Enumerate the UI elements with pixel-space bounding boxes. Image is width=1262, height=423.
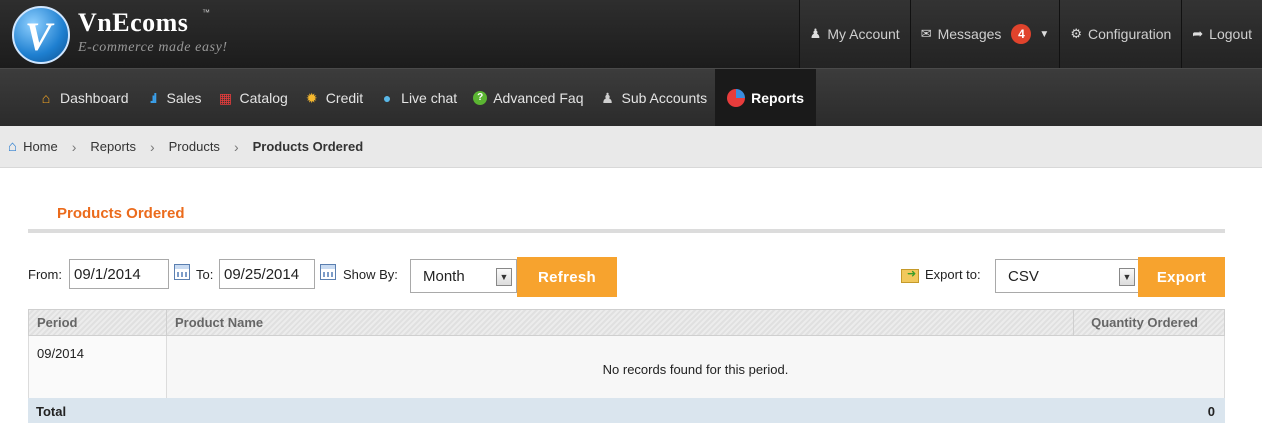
title-divider: [28, 229, 1225, 233]
grid-header: Period Product Name Quantity Ordered: [28, 309, 1225, 336]
user-icon: ♟: [601, 89, 614, 106]
from-label: From:: [28, 267, 62, 282]
nav-item-sub-accounts[interactable]: ♟ Sub Accounts: [592, 69, 716, 127]
report-filters: From: To: Show By: Month ▼ Refresh Expor…: [28, 257, 1225, 297]
nav-item-label: Live chat: [401, 90, 458, 106]
export-format-value: CSV: [1008, 267, 1039, 285]
gear-icon: ⚙: [1070, 26, 1082, 41]
breadcrumb-current: Products Ordered: [252, 139, 364, 154]
nav-item-label: Advanced Faq: [493, 90, 584, 106]
column-header-period[interactable]: Period: [29, 310, 167, 335]
breadcrumb-reports[interactable]: Reports: [90, 139, 136, 154]
breadcrumb-home[interactable]: Home: [23, 139, 58, 154]
page-title: Products Ordered: [57, 205, 185, 222]
total-label: Total: [36, 403, 67, 419]
brand-logo[interactable]: V VnEcoms ™ E-commerce made easy!: [12, 6, 312, 64]
nav-item-sales[interactable]: .ıl Sales: [137, 69, 210, 127]
question-icon: ?: [473, 91, 488, 105]
export-format-select[interactable]: CSV ▼: [995, 259, 1140, 293]
chevron-right-icon: ›: [149, 138, 155, 155]
bar-chart-icon: .ıl: [149, 90, 158, 106]
breadcrumb: ⌂ Home › Reports › Products › Products O…: [0, 126, 1262, 168]
column-header-quantity-ordered[interactable]: Quantity Ordered: [1074, 310, 1224, 335]
brand-tagline: E-commerce made easy!: [78, 40, 228, 55]
nav-item-credit[interactable]: ✹ Credit: [296, 69, 371, 127]
nav-item-label: Sub Accounts: [621, 90, 708, 106]
home-icon: ⌂: [41, 90, 51, 106]
from-date-input[interactable]: [69, 259, 169, 289]
messages-link[interactable]: ✉ Messages 4 ▼: [909, 0, 1060, 68]
configuration-label: Configuration: [1087, 26, 1172, 42]
calendar-icon[interactable]: [174, 264, 190, 280]
export-icon: [901, 267, 919, 283]
user-icon: ♟: [809, 26, 822, 41]
home-icon: ⌂: [8, 138, 18, 155]
export-button[interactable]: Export: [1138, 257, 1225, 297]
logout-label: Logout: [1209, 26, 1252, 42]
chat-bubble-icon: ●: [382, 90, 392, 106]
chevron-right-icon: ›: [71, 138, 77, 155]
main-nav: ⌂ Dashboard .ıl Sales ▦ Catalog ✹ Credit…: [0, 68, 1262, 127]
chevron-down-icon: ▼: [1119, 268, 1135, 286]
show-by-label: Show By:: [343, 267, 398, 282]
messages-label: Messages: [937, 26, 1002, 42]
total-value: 0: [1207, 403, 1215, 419]
nav-item-label: Dashboard: [60, 90, 129, 106]
nav-item-catalog[interactable]: ▦ Catalog: [210, 69, 296, 127]
table-row: 09/2014 No records found for this period…: [28, 336, 1225, 398]
nav-item-label: Sales: [166, 90, 202, 106]
nav-item-label: Reports: [751, 90, 805, 106]
brand-trademark: ™: [202, 8, 210, 17]
chevron-right-icon: ›: [233, 138, 239, 155]
sun-coin-icon: ✹: [305, 89, 318, 106]
show-by-value: Month: [423, 267, 465, 285]
period-cell: 09/2014: [29, 336, 167, 398]
brand-name: VnEcoms: [78, 8, 189, 37]
chevron-down-icon: ▼: [1039, 28, 1050, 40]
my-account-link[interactable]: ♟ My Account: [798, 0, 910, 68]
messages-count-badge: 4: [1011, 24, 1032, 44]
configuration-link[interactable]: ⚙ Configuration: [1059, 0, 1182, 68]
nav-item-label: Credit: [325, 90, 364, 106]
gift-icon: ▦: [218, 89, 233, 106]
envelope-icon: ✉: [920, 26, 932, 41]
nav-item-dashboard[interactable]: ⌂ Dashboard: [30, 69, 137, 127]
to-label: To:: [196, 267, 214, 282]
nav-item-advanced-faq[interactable]: ? Advanced Faq: [465, 69, 591, 127]
account-links: ♟ My Account ✉ Messages 4 ▼ ⚙ Configurat…: [798, 0, 1262, 68]
chevron-down-icon: ▼: [496, 268, 512, 286]
logout-arrow-icon: ➦: [1192, 26, 1204, 41]
my-account-label: My Account: [827, 26, 900, 42]
empty-message: No records found for this period.: [602, 361, 789, 377]
refresh-button[interactable]: Refresh: [517, 257, 617, 297]
show-by-select[interactable]: Month ▼: [410, 259, 517, 293]
calendar-icon[interactable]: [320, 264, 336, 280]
breadcrumb-products[interactable]: Products: [169, 139, 220, 154]
logo-mark-icon: V: [12, 6, 70, 64]
pie-chart-icon: [727, 89, 746, 107]
nav-item-reports[interactable]: Reports: [715, 69, 817, 127]
column-header-product-name[interactable]: Product Name: [167, 310, 1074, 335]
to-date-input[interactable]: [219, 259, 315, 289]
nav-item-live-chat[interactable]: ● Live chat: [371, 69, 465, 127]
logout-link[interactable]: ➦ Logout: [1181, 0, 1262, 68]
top-header: V VnEcoms ™ E-commerce made easy! ♟ My A…: [0, 0, 1262, 68]
export-to-label: Export to:: [925, 267, 981, 282]
report-grid: Period Product Name Quantity Ordered 09/…: [28, 309, 1225, 423]
logo-mark-letter: V: [25, 14, 52, 59]
grid-total-row: Total 0: [28, 398, 1225, 423]
nav-item-label: Catalog: [239, 90, 288, 106]
